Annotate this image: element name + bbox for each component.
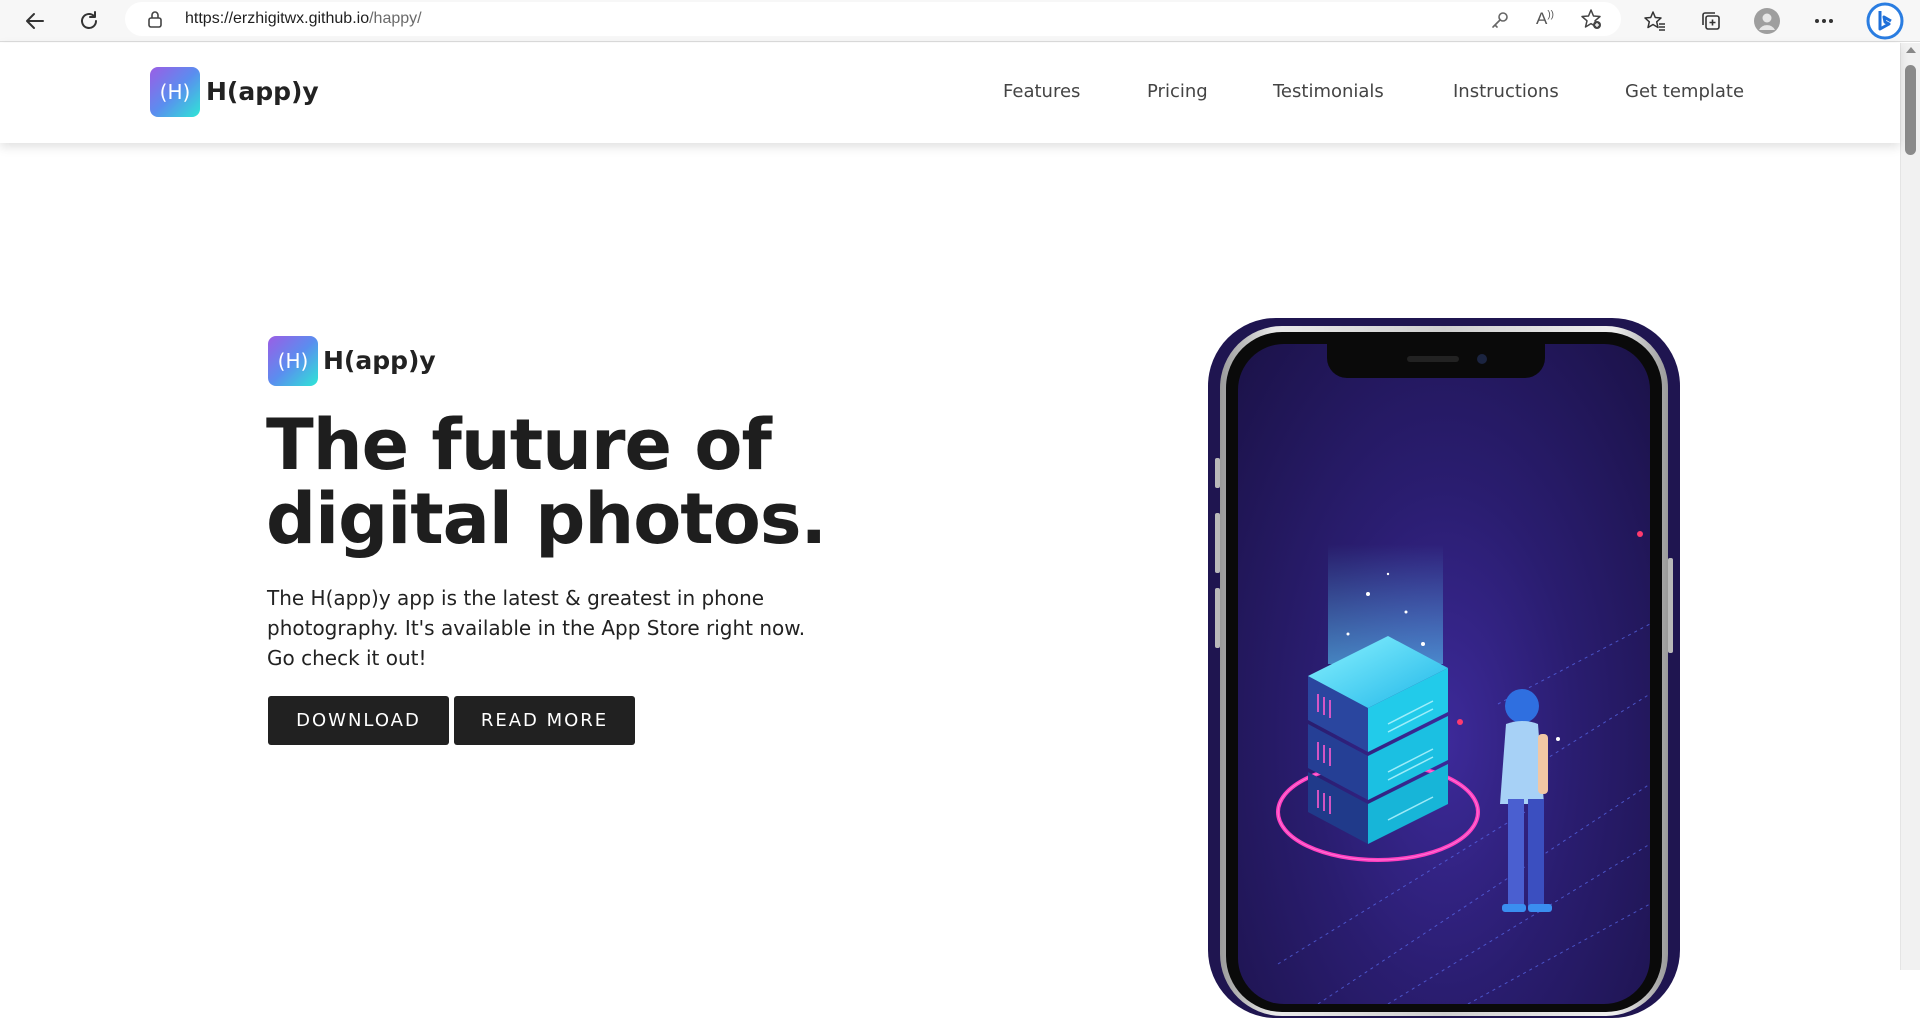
scroll-up-arrow-icon[interactable] <box>1906 47 1916 53</box>
hero-logo-mark: (H) <box>268 336 318 386</box>
back-arrow-icon[interactable] <box>19 5 51 37</box>
favorites-icon[interactable] <box>1639 5 1671 37</box>
page-scrollbar[interactable] <box>1900 43 1920 970</box>
url-host: https://erzhigitwx.github.io <box>185 10 370 27</box>
hero-title-line-1: The future of <box>266 404 772 486</box>
scroll-thumb[interactable] <box>1905 65 1916 155</box>
phone-frame <box>1220 326 1668 1016</box>
hero-title-line-2: digital photos. <box>266 478 827 560</box>
phone-screen-illustration <box>1238 344 1650 1004</box>
phone-power-button <box>1668 558 1673 653</box>
collections-icon[interactable] <box>1695 5 1727 37</box>
phone-bezel <box>1226 332 1662 1012</box>
hero-logo-text: H(app)y <box>323 346 436 375</box>
download-button[interactable]: DOWNLOAD <box>268 696 449 745</box>
nav-pricing[interactable]: Pricing <box>1147 81 1208 102</box>
hero-title: The future of digital photos. <box>266 408 966 556</box>
hero-logo-mark-text: (H) <box>277 349 309 373</box>
nav-features[interactable]: Features <box>1003 81 1080 102</box>
header-logo-mark-text: (H) <box>159 80 191 104</box>
server-illustration <box>1276 531 1650 1004</box>
hero-description: The H(app)y app is the latest & greatest… <box>267 586 806 670</box>
header-logo-mark[interactable]: (H) <box>150 67 200 117</box>
address-bar[interactable]: https://erzhigitwx.github.io/happy/ A)) <box>125 2 1621 36</box>
browser-toolbar: https://erzhigitwx.github.io/happy/ A)) <box>0 0 1920 42</box>
refresh-icon[interactable] <box>73 5 105 37</box>
phone-notch <box>1327 344 1545 378</box>
profile-icon[interactable] <box>1751 5 1783 37</box>
phone-mockup <box>1208 318 1680 1018</box>
read-more-button[interactable]: READ MORE <box>454 696 635 745</box>
add-favorite-icon[interactable] <box>1580 8 1602 34</box>
url-text: https://erzhigitwx.github.io/happy/ <box>185 10 422 28</box>
read-aloud-icon[interactable]: A)) <box>1536 9 1554 29</box>
more-icon[interactable] <box>1808 5 1840 37</box>
header-logo-text[interactable]: H(app)y <box>206 77 319 106</box>
lock-icon[interactable] <box>147 10 163 32</box>
nav-get-template[interactable]: Get template <box>1625 81 1744 102</box>
site-header: (H) H(app)y Features Pricing Testimonial… <box>0 43 1900 143</box>
bing-icon[interactable] <box>1866 2 1904 40</box>
phone-camera-icon <box>1477 354 1487 364</box>
nav-instructions[interactable]: Instructions <box>1453 81 1559 102</box>
key-icon[interactable] <box>1490 10 1510 34</box>
phone-speaker <box>1407 356 1459 362</box>
nav-testimonials[interactable]: Testimonials <box>1273 81 1384 102</box>
url-path: /happy/ <box>369 10 422 27</box>
